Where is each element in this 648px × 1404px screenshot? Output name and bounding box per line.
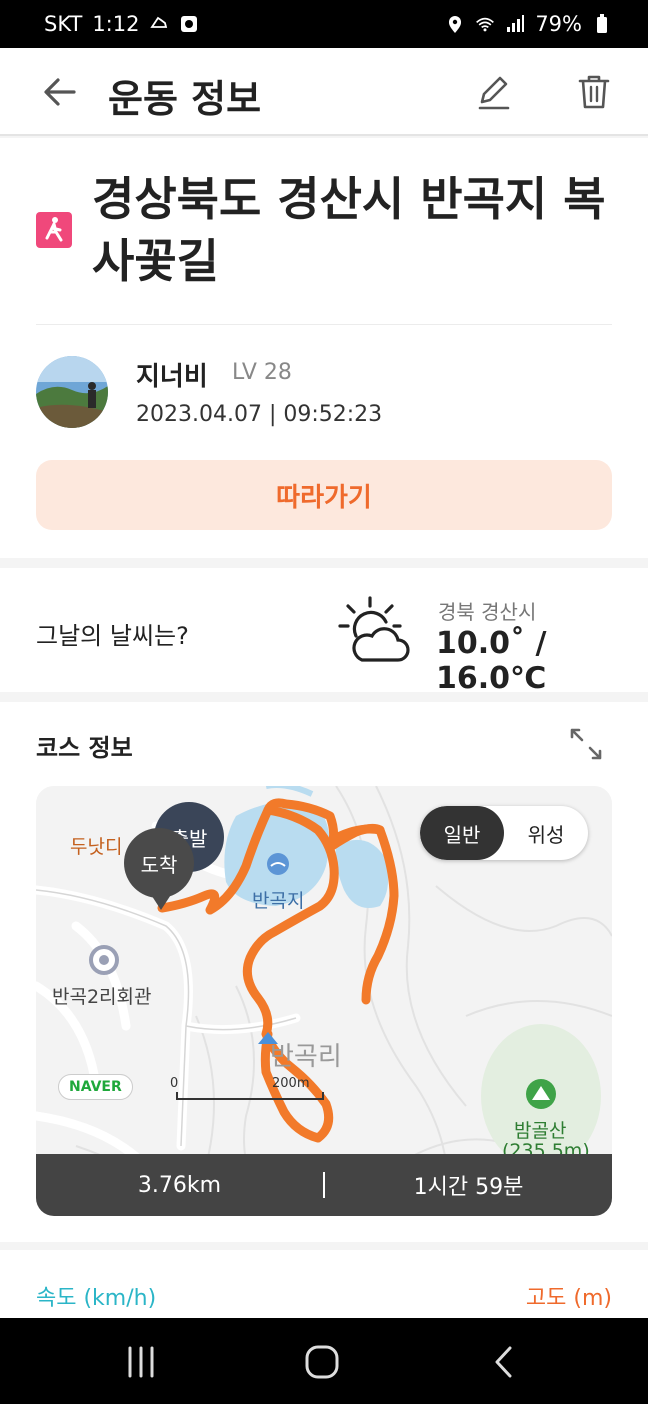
system-nav-bar [0, 1318, 648, 1404]
course-section: 코스 정보 출발 도착 두낫디 반곡지 반곡2리회관 반곡리 밤골산 (235.… [0, 702, 648, 1242]
arrow-left-icon[interactable] [40, 74, 80, 110]
end-pin-tail [148, 890, 174, 910]
scale-end: 200m [272, 1076, 310, 1091]
walking-person-icon [36, 212, 72, 248]
divider [36, 324, 612, 325]
map-label-pond: 반곡지 [252, 890, 305, 912]
map-label-village: 반곡리 [270, 1042, 342, 1072]
username: 지너비 [136, 362, 208, 392]
course-title: 코스 정보 [36, 734, 133, 762]
activity-title: 경상북도 경산시 반곡지 복사꽃길 [92, 172, 606, 288]
partly-cloudy-icon [336, 594, 412, 666]
map-type-toggle: 일반 위성 [420, 806, 588, 860]
wifi-icon [475, 14, 495, 34]
carrier-label: SKT [44, 12, 83, 36]
battery-percent: 79% [535, 12, 582, 36]
weather-temperature: 10.0˚ / 16.0℃ [436, 626, 547, 696]
course-distance: 3.76km [137, 1172, 222, 1198]
app-bar: 운동 정보 [0, 48, 648, 136]
naver-logo: NAVER [58, 1074, 133, 1100]
activity-datetime: 2023.04.07 | 09:52:23 [136, 402, 383, 427]
status-bar: SKT 1:12 79% [0, 0, 648, 48]
battery-icon [592, 14, 612, 34]
avatar[interactable] [36, 356, 108, 428]
end-pin: 도착 [124, 828, 194, 898]
map-label-mountain: 밤골산 [514, 1120, 567, 1142]
map-type-normal[interactable]: 일반 [420, 806, 504, 860]
notification-icon [179, 14, 199, 34]
scale-bar [176, 1092, 324, 1100]
follow-button[interactable]: 따라가기 [36, 460, 612, 530]
clock: 1:12 [92, 12, 140, 36]
trash-icon[interactable] [574, 72, 614, 112]
map-label-dunat: 두낫디 [70, 836, 123, 858]
course-map[interactable]: 출발 도착 두낫디 반곡지 반곡2리회관 반곡리 밤골산 (235.5m) 일반… [36, 786, 612, 1216]
weather-section: 그날의 날씨는? 경북 경산시 10.0˚ / 16.0℃ [0, 568, 648, 696]
map-type-satellite[interactable]: 위성 [504, 806, 588, 860]
signal-icon [505, 14, 525, 34]
page-title: 운동 정보 [108, 77, 262, 121]
course-stats-bar: 3.76km 1시간 59분 [36, 1154, 612, 1216]
scale-start: 0 [170, 1076, 179, 1091]
shoe-icon [149, 14, 169, 34]
back-nav-icon[interactable] [486, 1344, 526, 1380]
activity-header: 경상북도 경산시 반곡지 복사꽃길 지너비 LV 28 2023.04.07 |… [0, 138, 648, 558]
weather-location: 경북 경산시 [438, 600, 537, 624]
pencil-icon[interactable] [474, 72, 514, 112]
home-icon[interactable] [302, 1344, 342, 1380]
expand-icon[interactable] [568, 726, 604, 762]
end-pin-label: 도착 [140, 852, 178, 877]
altitude-axis-label: 고도 (m) [525, 1286, 612, 1311]
map-label-hall: 반곡2리회관 [52, 986, 152, 1008]
chart-section: 속도 (km/h) 고도 (m) [0, 1250, 648, 1320]
speed-axis-label: 속도 (km/h) [36, 1286, 157, 1311]
user-level: LV 28 [232, 360, 292, 385]
recent-apps-icon[interactable] [122, 1344, 162, 1380]
course-duration: 1시간 59분 [413, 1175, 524, 1200]
location-icon [445, 14, 465, 34]
weather-question: 그날의 날씨는? [36, 622, 189, 650]
